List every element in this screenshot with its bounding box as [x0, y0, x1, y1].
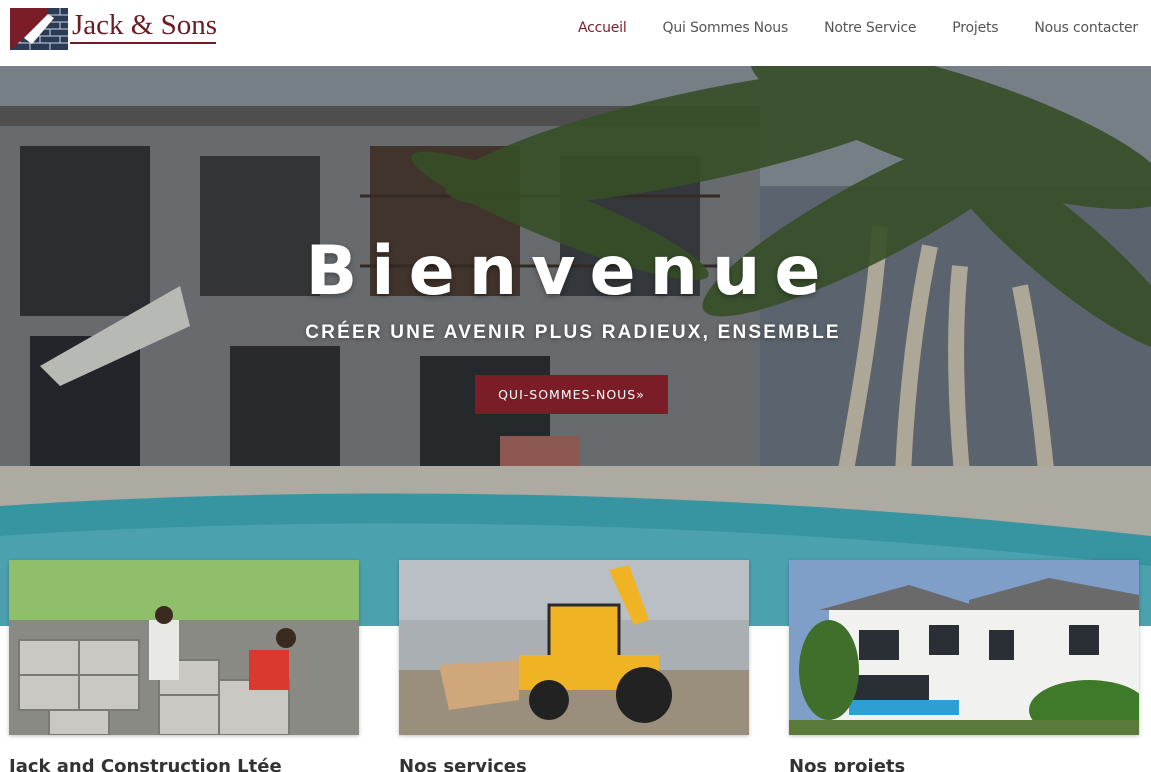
construction-workers-photo	[9, 560, 359, 735]
logo-underline	[70, 42, 216, 44]
hero-subtitle: CRÉER UNE AVENIR PLUS RADIEUX, ENSEMBLE	[305, 322, 841, 343]
nav-item-notre-service[interactable]: Notre Service	[824, 20, 916, 36]
qui-sommes-nous-button[interactable]: QUI-SOMMES-NOUS»	[475, 375, 668, 414]
nav-item-projets[interactable]: Projets	[952, 20, 998, 36]
card-construction-image	[9, 560, 359, 735]
nav-item-accueil[interactable]: Accueil	[578, 20, 627, 36]
hero-title: Bienvenue	[305, 232, 835, 311]
logo-text: Jack & Sons	[72, 9, 217, 41]
main-nav: Accueil Qui Sommes Nous Notre Service Pr…	[578, 20, 1138, 36]
logo-link[interactable]: Jack & Sons	[10, 6, 217, 50]
nav-item-qui-sommes-nous[interactable]: Qui Sommes Nous	[663, 20, 789, 36]
backhoe-loader-photo	[399, 560, 749, 735]
card-projects-title[interactable]: Nos projets	[789, 756, 905, 772]
card-services-title[interactable]: Nos services	[399, 756, 527, 772]
villa-house-photo	[789, 560, 1139, 735]
site-header: Jack & Sons Accueil Qui Sommes Nous Notr…	[0, 0, 1151, 66]
card-construction[interactable]: Jack and Construction Ltée	[9, 560, 359, 772]
hero-overlay	[0, 66, 1151, 626]
card-projects-image	[789, 560, 1139, 735]
logo-brick-icon	[10, 8, 68, 50]
card-projects[interactable]: Nos projets	[789, 560, 1139, 772]
card-construction-title[interactable]: Jack and Construction Ltée	[9, 756, 282, 772]
card-services[interactable]: Nos services	[399, 560, 749, 772]
card-services-image	[399, 560, 749, 735]
hero-banner: Bienvenue CRÉER UNE AVENIR PLUS RADIEUX,…	[0, 66, 1151, 626]
nav-item-nous-contacter[interactable]: Nous contacter	[1034, 20, 1138, 36]
